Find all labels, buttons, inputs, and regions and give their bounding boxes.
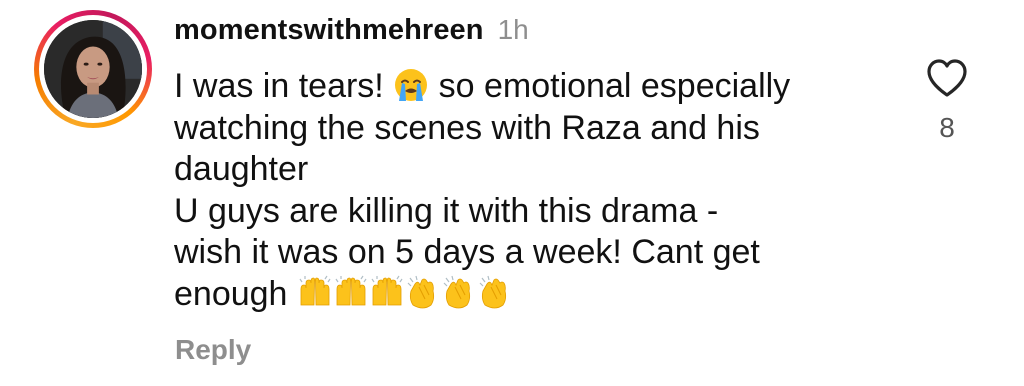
username-link[interactable]: momentswithmehreen xyxy=(174,14,484,47)
heart-outline-icon[interactable] xyxy=(923,54,971,102)
comment-text-segment: enough xyxy=(174,274,297,313)
raising-hands-icon xyxy=(297,275,333,311)
avatar-photo xyxy=(44,20,142,118)
clapping-hands-icon xyxy=(405,275,441,311)
avatar-gap xyxy=(39,15,147,123)
avatar-story-ring[interactable] xyxy=(34,10,152,128)
comment-line-4: U guys are killing it with this drama - xyxy=(174,191,719,230)
raising-hands-icon xyxy=(333,275,369,311)
comment-item: momentswithmehreen 1h I was in tears! so… xyxy=(0,0,1024,386)
raising-hands-icon xyxy=(369,275,405,311)
loudly-crying-face-icon xyxy=(393,67,429,103)
comment-line-1: I was in tears! so emotional especially xyxy=(174,66,894,108)
avatar[interactable] xyxy=(44,20,142,118)
comment-text-segment: so emotional especially xyxy=(429,67,791,105)
reply-button[interactable]: Reply xyxy=(175,334,251,366)
clapping-hands-icon xyxy=(477,275,513,311)
timestamp: 1h xyxy=(497,14,529,45)
like-count: 8 xyxy=(939,112,955,143)
comment-text-segment: I was in tears! xyxy=(174,67,394,105)
comment-meta: momentswithmehreen 1h xyxy=(174,14,529,54)
comment-line-6: enough xyxy=(174,274,894,316)
comment-line-3: daughter xyxy=(174,150,309,188)
comment-text: I was in tears! so emotional especially … xyxy=(174,66,894,315)
comment-line-5: wish it was on 5 days a week! Cant get xyxy=(174,233,760,271)
comment-line-2: watching the scenes with Raza and his xyxy=(174,108,760,147)
clapping-hands-icon xyxy=(441,275,477,311)
